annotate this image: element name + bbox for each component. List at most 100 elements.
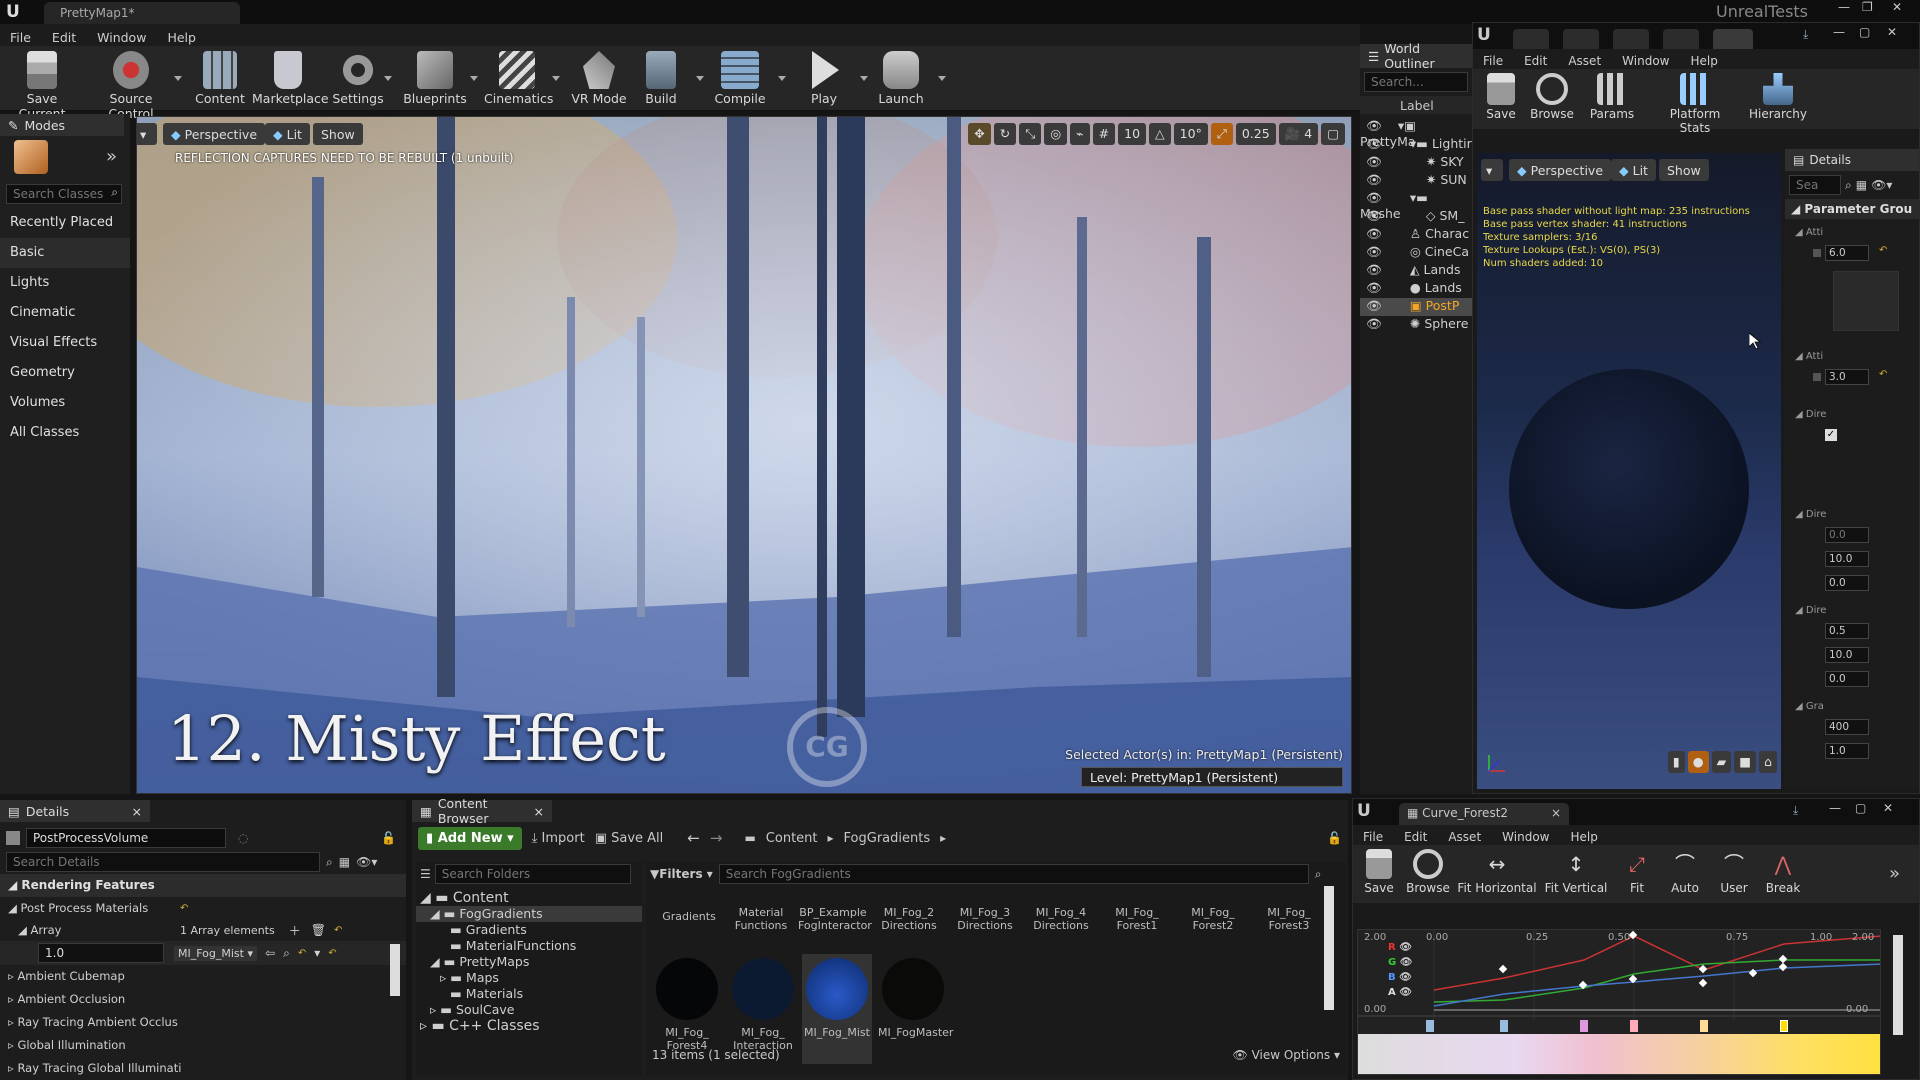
curve-asset-tab[interactable]: ▦ Curve_Forest2 × [1399,803,1569,825]
outliner-row[interactable]: 👁 ✷ SUN [1360,172,1467,190]
use-selected-icon[interactable]: ⇦ [265,946,275,960]
scale-snap-value[interactable]: 0.25 [1235,123,1276,145]
eye-icon[interactable]: 👁▾ [356,855,377,869]
close-tab-icon[interactable]: × [1551,806,1561,820]
outliner-row[interactable]: 👁 ▾▬ Lightir [1360,136,1472,154]
menu-window[interactable]: Window [87,26,157,45]
mode-volumes[interactable]: Volumes [0,388,130,418]
outliner-row[interactable]: 👁 ▾▬ Meshe [1360,190,1472,221]
visibility-icon[interactable]: 👁 [1366,190,1382,205]
asset-tile[interactable]: Gradients [654,910,724,923]
cinematics-button[interactable]: Cinematics [484,46,553,111]
param-checkbox[interactable] [1813,249,1821,257]
weight-field[interactable] [38,943,164,963]
param-value-field[interactable]: 3.0 [1825,369,1869,385]
param-value-field[interactable]: 10.0 [1825,551,1869,567]
play-button[interactable]: Play [796,46,852,111]
menu-file[interactable]: File [1473,50,1514,68]
outliner-row[interactable]: 👁 ▾▣ PrettyMa [1360,118,1472,149]
param-group-label[interactable]: ◢ Gra [1795,701,1824,712]
world-outliner-tab[interactable]: ☰ World Outliner [1360,41,1472,71]
color-stop[interactable] [1426,1020,1434,1032]
lit-button[interactable]: ◆ Lit [265,123,310,145]
save-button[interactable]: Save [1481,69,1521,127]
outliner-row[interactable]: 👁 ◭ Lands [1360,262,1460,280]
details-scrollbar[interactable] [390,944,400,996]
color-gradient-preview[interactable] [1358,1034,1880,1074]
color-stop[interactable] [1700,1020,1708,1032]
params-button[interactable]: Params [1587,69,1637,127]
settings-button[interactable]: Settings [330,46,386,111]
platform-stats-button[interactable]: Platform Stats [1653,69,1737,135]
asset-tab[interactable] [1513,29,1549,49]
close-tab-icon[interactable]: × [132,804,142,819]
mode-visual-effects[interactable]: Visual Effects [0,328,130,358]
save-current-button[interactable]: Save Current [4,46,80,121]
preview-options-button[interactable]: ▾ [1481,159,1503,181]
tree-gradients[interactable]: ▬ Gradients [416,922,642,938]
menu-window[interactable]: Window [1612,50,1680,68]
surface-snap-icon[interactable]: ⌁ [1070,123,1090,145]
minimize-icon[interactable]: — [1838,0,1850,14]
compile-button[interactable]: Compile [714,46,766,111]
asset-tile[interactable]: MI_Fog_ Forest3 [1254,906,1324,932]
reset-icon[interactable]: ↶ [298,948,306,959]
asset-tile[interactable]: MI_Fog_2 Directions [874,906,944,932]
translate-icon[interactable]: ✥ [968,123,991,145]
reset-icon[interactable]: ↶ [180,903,188,914]
visibility-icon[interactable]: 👁 [1366,262,1382,277]
minimize-icon[interactable]: — [1829,801,1841,815]
outliner-row[interactable]: 👁 ✷ SKY [1360,154,1464,172]
tree-cpp-classes[interactable]: ▹ ▬ C++ Classes [416,1018,642,1034]
expand-modes-icon[interactable]: » [106,146,117,167]
rotation-snap-icon[interactable]: △ [1149,123,1171,145]
asset-tile[interactable]: MI_Fog_3 Directions [950,906,1020,932]
param-value-field[interactable]: 6.0 [1825,245,1869,261]
channel-g[interactable]: G 👁 [1388,955,1412,970]
visibility-icon[interactable]: 👁 [1366,208,1382,223]
outliner-row[interactable]: 👁 ✺ Sphere [1360,316,1468,334]
rotate-icon[interactable]: ↻ [993,123,1017,145]
breadcrumb-content[interactable]: Content [766,831,818,846]
camera-speed-icon[interactable]: 🎥 4 [1278,123,1319,145]
outliner-row[interactable]: 👁 ● Lands [1360,280,1462,298]
document-tab[interactable]: PrettyMap1* [44,2,240,24]
minimize-icon[interactable]: — [1833,25,1845,39]
close-icon[interactable]: ✕ [1887,25,1897,39]
forward-arrow-icon[interactable]: → [710,829,723,847]
color-stop[interactable] [1630,1020,1638,1032]
viewport-options-button[interactable]: ▾ [137,123,157,145]
param-group-label[interactable]: ◢ Atti [1795,351,1823,362]
hierarchy-button[interactable]: Hierarchy [1747,69,1809,127]
asset-tile[interactable]: MI_Fog_ Forest2 [1178,906,1248,932]
help-icon[interactable]: ◌ [238,831,248,845]
visibility-icon[interactable]: 👁 [1399,942,1412,953]
menu-file[interactable]: File [0,26,42,45]
asset-tile[interactable]: BP_Example FogInteractor [798,906,872,932]
visibility-icon[interactable]: 👁 [1366,244,1382,259]
asset-tile[interactable]: Material Functions [726,906,796,932]
fit-vertical-button[interactable]: ↕ Fit Vertical [1541,845,1611,901]
filters-button[interactable]: ▼Filters ▾ [650,867,713,881]
material-preview-viewport[interactable]: ▾ ◆ Perspective ◆ Lit Show Base pass sha… [1477,153,1781,789]
color-stop[interactable] [1500,1020,1508,1032]
parameter-groups-header[interactable]: ◢ Parameter Grou [1785,199,1919,219]
modes-tab[interactable]: ✎ Modes [0,114,124,136]
curve-graph[interactable]: 2.00 0.00 0.00 0.00 0.25 0.50 0.75 1.00 … [1357,929,1881,1075]
import-button[interactable]: ⤓ Import [532,831,585,846]
build-button[interactable]: Build [640,46,682,111]
pin-icon[interactable]: ⤓ [1803,27,1808,42]
mode-geometry[interactable]: Geometry [0,358,130,388]
material-picker[interactable]: MI_Fog_Mist ▾ [174,945,258,961]
outliner-row[interactable]: 👁 ◎ CineCa [1360,244,1469,262]
visibility-icon[interactable]: 👁 [1366,136,1382,151]
category-ray-tracing-gi[interactable]: ▹ Ray Tracing Global Illuminati [0,1057,406,1080]
channel-r[interactable]: R 👁 [1388,940,1412,955]
save-all-button[interactable]: ▣ Save All [595,831,664,846]
outliner-row[interactable]: 👁 ♙ Charac [1360,226,1469,244]
menu-help[interactable]: Help [157,26,207,45]
param-value-field[interactable]: 0.0 [1825,527,1869,543]
grid-view-icon[interactable]: ▦ [1856,178,1867,192]
reset-icon[interactable]: ↶ [328,948,336,959]
teapot-icon[interactable]: ⌂ [1759,751,1777,773]
